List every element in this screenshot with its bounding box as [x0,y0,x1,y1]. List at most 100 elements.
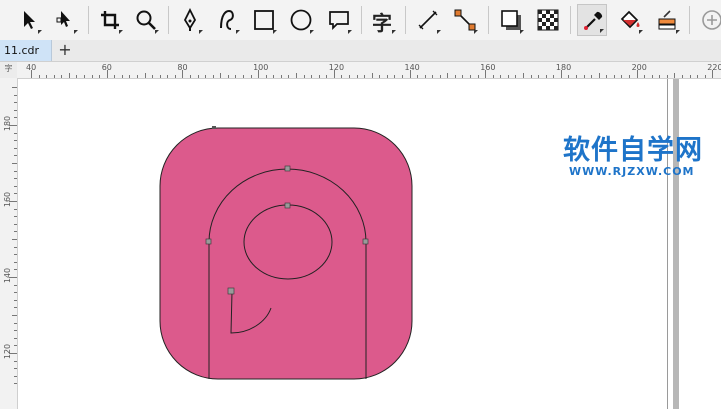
curve-icon [220,9,234,30]
ruler-tick [182,70,184,78]
ruler-tick [14,360,17,362]
ruler-tick [14,292,17,294]
interactive-fill-tool-button[interactable] [615,4,645,36]
ruler-tick-label: 220 [707,63,721,72]
ruler-tick [9,125,17,126]
crop-tool-button[interactable] [95,4,125,36]
toolbar-separator [488,6,489,34]
ruler-tick [38,75,40,78]
ruler-tick [14,185,17,187]
drop-shadow-tool-button[interactable] [496,4,526,36]
dimension-tool-button[interactable] [413,4,443,36]
ruler-tick [250,75,252,78]
ruler-tick-label: 200 [631,63,647,72]
ruler-tick [14,246,17,248]
ruler-tick [265,75,267,78]
ruler-tick [46,75,48,78]
ruler-tick [14,383,17,385]
ruler-tick [629,75,631,78]
zoom-tool-button[interactable] [131,4,161,36]
ruler-tick [606,75,608,78]
ruler-tick [288,75,290,78]
ruler-tick [560,70,562,78]
ruler-tick [121,75,123,78]
ruler-tick [568,75,570,78]
ruler-tick [644,75,646,78]
ruler-tick [212,75,214,78]
smart-fill-tool-button[interactable] [652,4,682,36]
connector-tool-button[interactable] [450,4,480,36]
ruler-tick [14,208,17,210]
ruler-tick [227,75,229,78]
ruler-tick [144,73,146,78]
ruler-tick [106,70,108,78]
ruler-tick [14,132,17,134]
ruler-tick [12,163,17,164]
ruler-tick [167,75,169,78]
vertical-ruler[interactable]: 180 160 140 120 [0,78,18,409]
ruler-tick [303,75,305,78]
text-tool-button[interactable]: 字 [368,4,398,36]
flyout-indicator [310,30,314,34]
ruler-tick [273,75,275,78]
artistic-media-tool-button[interactable] [212,4,242,36]
ruler-tick [371,73,373,78]
new-tab-button[interactable]: + [57,40,73,61]
ruler-tick-label: 180 [3,115,13,132]
ruler-tick [174,75,176,78]
ruler-tick [129,75,131,78]
ruler-tick [689,75,691,78]
document-tab[interactable]: 11.cdr [0,40,52,61]
callout-tool-button[interactable] [324,4,354,36]
watermark: 软件自学网 WWW.RJZXW.COM [563,128,718,178]
flyout-indicator [273,30,277,34]
flyout-indicator [38,30,42,34]
toolbar-separator [405,6,406,34]
ruler-tick [470,75,472,78]
ruler-tick [394,75,396,78]
drop-shadow-icon [501,10,521,30]
rectangle-tool-button[interactable] [249,4,279,36]
flyout-indicator [437,30,441,34]
ellipse-tool-button[interactable] [286,4,316,36]
ruler-tick [220,73,222,78]
ruler-tick [295,73,297,78]
ruler-tick [12,315,17,316]
ruler-tick [659,75,661,78]
ruler-tick [341,75,343,78]
ruler-tick [651,75,653,78]
ruler-origin[interactable]: 字 [0,62,18,79]
ruler-tick [68,73,70,78]
ruler-tick [530,75,532,78]
ruler-tick [9,353,17,354]
ruler-tick [14,269,17,271]
toolbar-separator [689,6,690,34]
ruler-tick [14,254,17,256]
ruler-tick [583,75,585,78]
ruler-tick [14,117,17,119]
arrow-pointer-icon [24,11,35,29]
freehand-tool-button[interactable] [175,4,205,36]
ruler-tick [500,75,502,78]
ruler-tick [477,75,479,78]
flyout-indicator [119,30,123,34]
add-tool-button[interactable] [697,4,721,36]
ruler-tick [439,75,441,78]
ruler-tick [576,75,578,78]
ruler-tick [432,75,434,78]
transparency-tool-button[interactable] [533,4,563,36]
flyout-indicator [600,29,604,33]
ruler-tick [258,70,260,78]
shape-tool-button[interactable] [50,4,80,36]
ruler-tick [14,147,17,149]
ruler-tick [311,75,313,78]
ruler-tick [235,75,237,78]
text-glyph-icon: 字 [372,11,392,35]
pick-tool-button[interactable] [14,4,44,36]
ruler-tick [712,70,714,78]
ruler-tick [14,223,17,225]
ruler-tick-label: 160 [3,191,13,208]
horizontal-ruler[interactable]: 40 60 80 100 120 140 160 180 200 220 [17,62,721,79]
ruler-tick [14,299,17,301]
eyedropper-tool-button[interactable] [577,4,607,36]
